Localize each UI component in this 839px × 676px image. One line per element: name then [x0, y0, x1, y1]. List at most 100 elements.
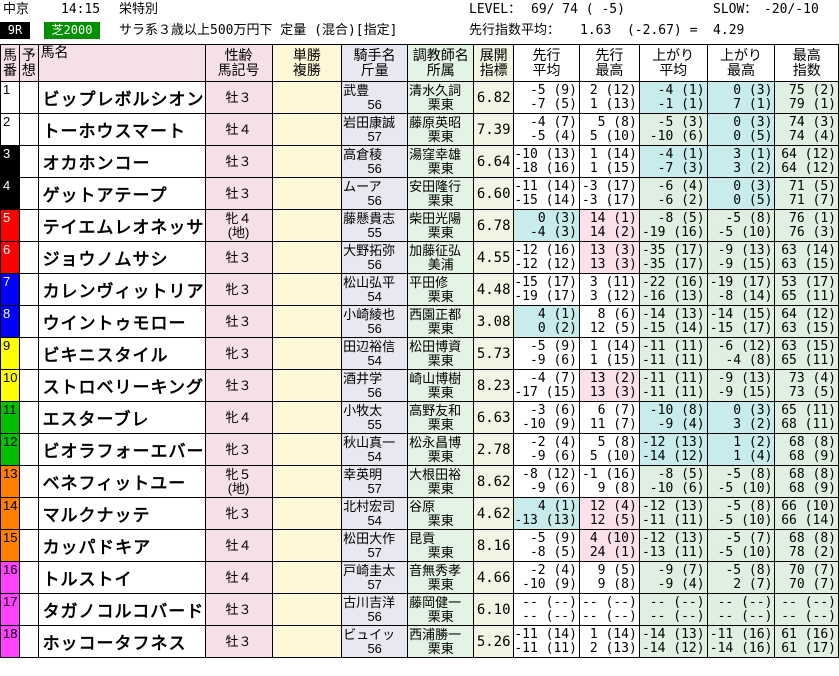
pace-max: 13 (2) 13 (3): [578, 369, 640, 402]
pace-avg: 0 (3) -4 (3): [512, 209, 580, 242]
horse-row[interactable]: 2 トーホウスマート 牡４ 岩田康誠 57 藤原英昭 栗東 7.39 -4 (7) -5 (4) 5…: [0, 113, 839, 146]
prediction-cell[interactable]: [18, 561, 39, 594]
level-value: 69/ 74 ( -5): [531, 2, 625, 17]
horse-row[interactable]: 1 ビップレボルシオン 牡３ 武豊 56 清水久詞 栗東 6.82 -5 (9) -7 (5) 2 …: [0, 81, 839, 114]
sex-age: 牡３: [204, 305, 273, 338]
odds-cell: [271, 81, 343, 114]
horse-row[interactable]: 17 タガノコルコバード 牡３ 古川吉洋 56 藤岡健一 栗東 6.10 -- (--) -- (…: [0, 593, 839, 626]
horse-name[interactable]: カレンヴィットリア: [37, 273, 206, 306]
horse-name[interactable]: ジョウノムサシ: [37, 241, 206, 274]
post-time: 14:15: [61, 2, 101, 17]
final-max: 0 (3) 3 (2): [706, 401, 776, 434]
prediction-cell[interactable]: [18, 369, 39, 402]
prediction-cell[interactable]: [18, 209, 39, 242]
horse-number: 6: [0, 241, 20, 274]
horse-name[interactable]: ウイントゥモロー: [37, 305, 206, 338]
prediction-cell[interactable]: [18, 593, 39, 626]
prediction-cell[interactable]: [18, 241, 39, 274]
trainer-cell: 谷原 栗東: [407, 497, 475, 530]
final-max: -5 (8) -5 (10): [706, 497, 776, 530]
pace-max: 14 (1) 14 (2): [578, 209, 640, 242]
race-header-line2: 9R 芝2000 サラ系３歳以上500万円下 定量 (混合)[指定] 先行指数平…: [0, 21, 839, 40]
odds-cell: [271, 465, 343, 498]
horse-row[interactable]: 13 ベネフィットユー 牝５ (地) 幸英明 57 大根田裕 栗東 8.62 -8 (12) -9 …: [0, 465, 839, 498]
final-avg: -22 (16) -16 (13): [638, 273, 708, 306]
prediction-cell[interactable]: [18, 273, 39, 306]
horse-name[interactable]: エスターブレ: [37, 401, 206, 434]
horse-name[interactable]: カッパドキア: [37, 529, 206, 562]
horse-name[interactable]: ベネフィットユー: [37, 465, 206, 498]
pace-avg: -10 (13) -18 (16): [512, 145, 580, 178]
prediction-cell[interactable]: [18, 497, 39, 530]
top-index: 61 (16) 61 (17): [774, 625, 839, 658]
top-index: 65 (11) 68 (11): [774, 401, 839, 434]
jockey-cell: 武豊 56: [341, 81, 409, 114]
horse-number: 4: [0, 177, 20, 210]
odds-cell: [271, 625, 343, 658]
col-header-odds: 単勝 複勝: [271, 44, 343, 82]
odds-cell: [271, 561, 343, 594]
horse-number: 3: [0, 145, 20, 178]
sex-age: 牡４: [204, 113, 273, 146]
horse-row[interactable]: 9 ビキニスタイル 牝３ 田辺裕信 54 松田博資 栗東 5.73 -5 (9) -9 (6) 1 …: [0, 337, 839, 370]
horse-row[interactable]: 14 マルクナッテ 牝３ 北村宏司 54 谷原 栗東 4.62 4 (1) -13 (13) 12 …: [0, 497, 839, 530]
horse-row[interactable]: 7 カレンヴィットリア 牝３ 松山弘平 54 平田修 栗東 4.48 -15 (17) -19 (…: [0, 273, 839, 306]
prediction-cell[interactable]: [18, 465, 39, 498]
pace-max: 1 (14) 1 (15): [578, 145, 640, 178]
final-max: 0 (3) 0 (5): [706, 113, 776, 146]
jockey-cell: 松田大作 57: [341, 529, 409, 562]
pace-max: 4 (10) 24 (1): [578, 529, 640, 562]
horse-name[interactable]: ゲットアテープ: [37, 177, 206, 210]
horse-name[interactable]: ストロベリーキング: [37, 369, 206, 402]
final-avg: -10 (8) -9 (4): [638, 401, 708, 434]
prediction-cell[interactable]: [18, 177, 39, 210]
horse-row[interactable]: 10 ストロベリーキング 牡３ 酒井学 56 崎山博樹 栗東 8.23 -4 (7) -17 (1…: [0, 369, 839, 402]
horse-row[interactable]: 12 ビオラフォーエバー 牝３ 秋山真一 54 松永昌博 栗東 2.78 -2 (4) -9 (6…: [0, 433, 839, 466]
pace-avg: -12 (16) -12 (12): [512, 241, 580, 274]
horse-name[interactable]: トルストイ: [37, 561, 206, 594]
prediction-cell[interactable]: [18, 401, 39, 434]
top-index: 73 (4) 73 (5): [774, 369, 839, 402]
final-max: -11 (16) -14 (16): [706, 625, 776, 658]
top-index: -- (--) -- (--): [774, 593, 839, 626]
prediction-cell[interactable]: [18, 145, 39, 178]
pace-index: 7.39: [473, 113, 514, 146]
horse-row[interactable]: 4 ゲットアテープ 牡３ ムーア 56 安田隆行 栗東 6.60 -11 (14) -15 (14…: [0, 177, 839, 210]
final-max: -9 (13) -9 (15): [706, 369, 776, 402]
horse-name[interactable]: ビオラフォーエバー: [37, 433, 206, 466]
final-avg: -8 (5) -10 (6): [638, 465, 708, 498]
pace-avg: -5 (9) -9 (6): [512, 337, 580, 370]
top-index: 71 (5) 71 (7): [774, 177, 839, 210]
prediction-cell[interactable]: [18, 625, 39, 658]
horse-row[interactable]: 11 エスターブレ 牝４ 小牧太 55 高野友和 栗東 6.63 -3 (6) -10 (9) 6 …: [0, 401, 839, 434]
horse-name[interactable]: ビップレボルシオン: [37, 81, 206, 114]
prediction-cell[interactable]: [18, 81, 39, 114]
horse-row[interactable]: 16 トルストイ 牡４ 戸崎圭太 57 音無秀孝 栗東 4.66 -2 (4) -10 (9) 9 …: [0, 561, 839, 594]
horse-name[interactable]: トーホウスマート: [37, 113, 206, 146]
horse-name[interactable]: ビキニスタイル: [37, 337, 206, 370]
jockey-cell: 北村宏司 54: [341, 497, 409, 530]
final-avg: -4 (1) -1 (1): [638, 81, 708, 114]
horse-row[interactable]: 8 ウイントゥモロー 牡３ 小崎綾也 56 西園正都 栗東 3.08 4 (1) 0 (2) 8 (…: [0, 305, 839, 338]
final-max: -6 (12) -4 (8): [706, 337, 776, 370]
horse-row[interactable]: 6 ジョウノムサシ 牡３ 大野拓弥 56 加藤征弘 美浦 4.55 -12 (16) -12 (1…: [0, 241, 839, 274]
horse-name[interactable]: タガノコルコバード: [37, 593, 206, 626]
final-avg: -12 (13) -14 (12): [638, 433, 708, 466]
prediction-cell[interactable]: [18, 337, 39, 370]
horse-name[interactable]: テイエムレオネッサ: [37, 209, 206, 242]
trainer-cell: 崎山博樹 栗東: [407, 369, 475, 402]
prediction-cell[interactable]: [18, 305, 39, 338]
horse-name[interactable]: マルクナッテ: [37, 497, 206, 530]
pace-index: 5.73: [473, 337, 514, 370]
horse-row[interactable]: 3 オカホンコー 牡３ 高倉稜 56 湯窪幸雄 栗東 6.64 -10 (13) -18 (16)…: [0, 145, 839, 178]
horse-row[interactable]: 5 テイエムレオネッサ 牝４ (地) 藤懸貴志 55 柴田光陽 栗東 6.78 0 (3) -4 (…: [0, 209, 839, 242]
prediction-cell[interactable]: [18, 433, 39, 466]
horse-name[interactable]: オカホンコー: [37, 145, 206, 178]
pace-avg: -11 (14) -11 (11): [512, 625, 580, 658]
prediction-cell[interactable]: [18, 113, 39, 146]
sex-age: 牝５ (地): [204, 465, 273, 498]
prediction-cell[interactable]: [18, 529, 39, 562]
horse-name[interactable]: ホッコータフネス: [37, 625, 206, 658]
horse-row[interactable]: 18 ホッコータフネス 牡３ ビュイッ 56 西浦勝一 栗東 5.26 -11 (14) -11 …: [0, 625, 839, 658]
horse-row[interactable]: 15 カッパドキア 牡４ 松田大作 57 昆貢 栗東 8.16 -5 (9) -8 (5) 4 (1…: [0, 529, 839, 562]
